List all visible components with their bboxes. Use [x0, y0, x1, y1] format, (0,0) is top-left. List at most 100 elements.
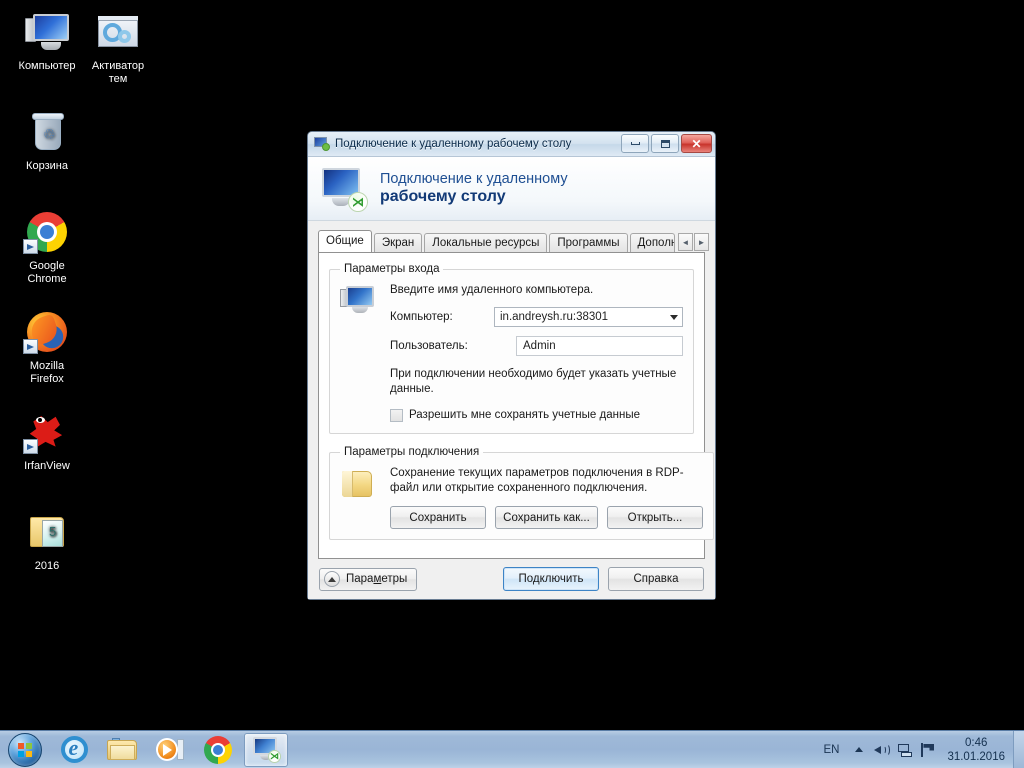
- open-button[interactable]: Открыть...: [607, 506, 703, 529]
- volume-icon[interactable]: [872, 740, 892, 760]
- close-icon: ✕: [691, 136, 702, 151]
- computer-small-icon-wrap: [340, 283, 390, 423]
- save-credentials-label: Разрешить мне сохранять учетные данные: [409, 409, 640, 421]
- header-line2: рабочему столу: [380, 187, 506, 205]
- save-credentials-checkbox[interactable]: [390, 409, 403, 422]
- chevron-down-icon[interactable]: [665, 308, 682, 326]
- desktop-icon-folder-2016[interactable]: 2016: [8, 508, 86, 573]
- restore-button[interactable]: [651, 134, 679, 153]
- save-credentials-row[interactable]: Разрешить мне сохранять учетные данные: [390, 408, 683, 423]
- chevron-up-icon[interactable]: [849, 740, 869, 760]
- shortcut-arrow-icon: [23, 239, 38, 254]
- desktop-icon-label: Google Chrome: [27, 260, 67, 285]
- dialog-header: ⋊ Подключение к удаленному рабочему стол…: [308, 157, 715, 221]
- irfanview-icon: [23, 408, 71, 456]
- tab-scroll-right-icon[interactable]: ►: [694, 233, 709, 251]
- desktop-icon-recycle-bin[interactable]: ♲ Корзина: [8, 108, 86, 173]
- logon-description: Введите имя удаленного компьютера.: [390, 284, 594, 296]
- system-tray[interactable]: EN 0:46 31.01.2016: [823, 730, 1024, 768]
- desktop-icon-theme-activator[interactable]: Активатор тем: [79, 8, 157, 86]
- internet-explorer-icon: [60, 735, 88, 763]
- desktop-icon-irfanview[interactable]: IrfanView: [8, 408, 86, 473]
- dialog-footer: Параметры Подключить Справка: [308, 559, 715, 599]
- windows-media-player-icon: [156, 737, 184, 763]
- folder-small-icon-wrap: [340, 466, 390, 529]
- shortcut-arrow-icon: [23, 439, 38, 454]
- credentials-note: При подключении необходимо будет указать…: [390, 368, 677, 395]
- tab-scroll-buttons[interactable]: ◄ ►: [678, 233, 709, 251]
- connection-description: Сохранение текущих параметров подключени…: [390, 467, 684, 494]
- google-chrome-icon: [204, 735, 232, 764]
- header-text: Подключение к удаленному рабочему столу: [380, 171, 568, 206]
- window-controls[interactable]: ✕: [621, 134, 712, 153]
- tab-display[interactable]: Экран: [373, 233, 423, 253]
- minimize-icon: [630, 142, 640, 145]
- action-center-flag-icon[interactable]: [918, 740, 938, 760]
- options-button[interactable]: Параметры: [319, 567, 418, 591]
- taskbar-item-media-player[interactable]: [148, 733, 192, 767]
- start-button[interactable]: [2, 732, 48, 768]
- user-input[interactable]: Admin: [516, 336, 683, 356]
- taskbar[interactable]: ⋊ EN 0:46 31.01.2016: [0, 730, 1024, 768]
- options-button-label: Параметры: [346, 573, 408, 585]
- mozilla-firefox-icon: [23, 308, 71, 356]
- computer-combobox[interactable]: in.andreysh.ru:38301: [494, 307, 683, 327]
- tab-scroll-left-icon[interactable]: ◄: [678, 233, 693, 251]
- remote-desktop-icon: [314, 137, 330, 151]
- windows-logo-icon: [8, 732, 42, 767]
- recycle-bin-icon: ♲: [23, 108, 71, 156]
- help-button[interactable]: Справка: [608, 567, 704, 591]
- save-as-button[interactable]: Сохранить как...: [495, 506, 598, 529]
- desktop-icon-label: Корзина: [26, 160, 68, 172]
- show-desktop-button[interactable]: [1013, 730, 1024, 768]
- google-chrome-icon: [23, 208, 71, 256]
- clock[interactable]: 0:46 31.01.2016: [947, 736, 1005, 764]
- tab-page-general: Параметры входа Введите имя удаленного к…: [318, 252, 714, 559]
- desktop-icon-label: 2016: [34, 560, 60, 572]
- network-icon[interactable]: [895, 740, 915, 760]
- close-button[interactable]: ✕: [681, 134, 712, 153]
- user-field-row: Пользователь: Admin: [390, 336, 683, 356]
- tab-general[interactable]: Общие: [318, 230, 372, 252]
- theme-activator-icon: [94, 8, 142, 56]
- shortcut-arrow-icon: [23, 339, 38, 354]
- taskbar-item-remote-desktop[interactable]: ⋊: [244, 732, 288, 767]
- logon-settings-group: Параметры входа Введите имя удаленного к…: [329, 263, 694, 434]
- connection-settings-group: Параметры подключения Сохранение текущих…: [329, 446, 714, 540]
- computer-icon: [23, 8, 71, 56]
- tab-advanced[interactable]: Дополнительно: [629, 233, 675, 253]
- computer-value: in.andreysh.ru:38301: [500, 311, 609, 323]
- remote-desktop-large-icon: ⋊: [318, 166, 370, 212]
- taskbar-item-windows-explorer[interactable]: [100, 733, 144, 767]
- logon-settings-legend: Параметры входа: [344, 263, 440, 275]
- folder-small-icon: [340, 468, 376, 500]
- connect-button[interactable]: Подключить: [503, 567, 599, 591]
- dialog-title: Подключение к удаленному рабочему столу: [335, 138, 572, 150]
- header-line1: Подключение к удаленному: [380, 170, 568, 187]
- remote-desktop-connection-dialog[interactable]: Подключение к удаленному рабочему столу …: [307, 131, 716, 600]
- desktop-icon-label: Активатор тем: [91, 60, 145, 85]
- user-value: Admin: [523, 340, 556, 352]
- desktop-icon-label: Mozilla Firefox: [29, 360, 65, 385]
- desktop-icon-computer[interactable]: Компьютер: [8, 8, 86, 73]
- clock-date: 31.01.2016: [947, 750, 1005, 763]
- language-indicator[interactable]: EN: [823, 744, 839, 756]
- connection-settings-legend: Параметры подключения: [344, 446, 480, 458]
- tab-strip[interactable]: Общие Экран Локальные ресурсы Программы …: [308, 221, 715, 253]
- windows-explorer-icon: [107, 737, 137, 762]
- tab-programs[interactable]: Программы: [549, 233, 628, 253]
- connection-buttons[interactable]: Сохранить Сохранить как... Открыть...: [390, 506, 703, 529]
- connection-badge-icon: ⋊: [348, 191, 368, 212]
- computer-label: Компьютер:: [390, 311, 453, 323]
- minimize-button[interactable]: [621, 134, 649, 153]
- tab-local-resources[interactable]: Локальные ресурсы: [424, 233, 548, 253]
- folder-icon: [23, 508, 71, 556]
- desktop-icon-google-chrome[interactable]: Google Chrome: [8, 208, 86, 286]
- desktop-icon-mozilla-firefox[interactable]: Mozilla Firefox: [8, 308, 86, 386]
- taskbar-item-internet-explorer[interactable]: [52, 733, 96, 767]
- dialog-titlebar[interactable]: Подключение к удаленному рабочему столу …: [308, 132, 715, 157]
- computer-field-row: Компьютер: in.andreysh.ru:38301: [390, 307, 683, 327]
- save-button[interactable]: Сохранить: [390, 506, 486, 529]
- taskbar-item-google-chrome[interactable]: [196, 733, 240, 767]
- user-label: Пользователь:: [390, 340, 468, 352]
